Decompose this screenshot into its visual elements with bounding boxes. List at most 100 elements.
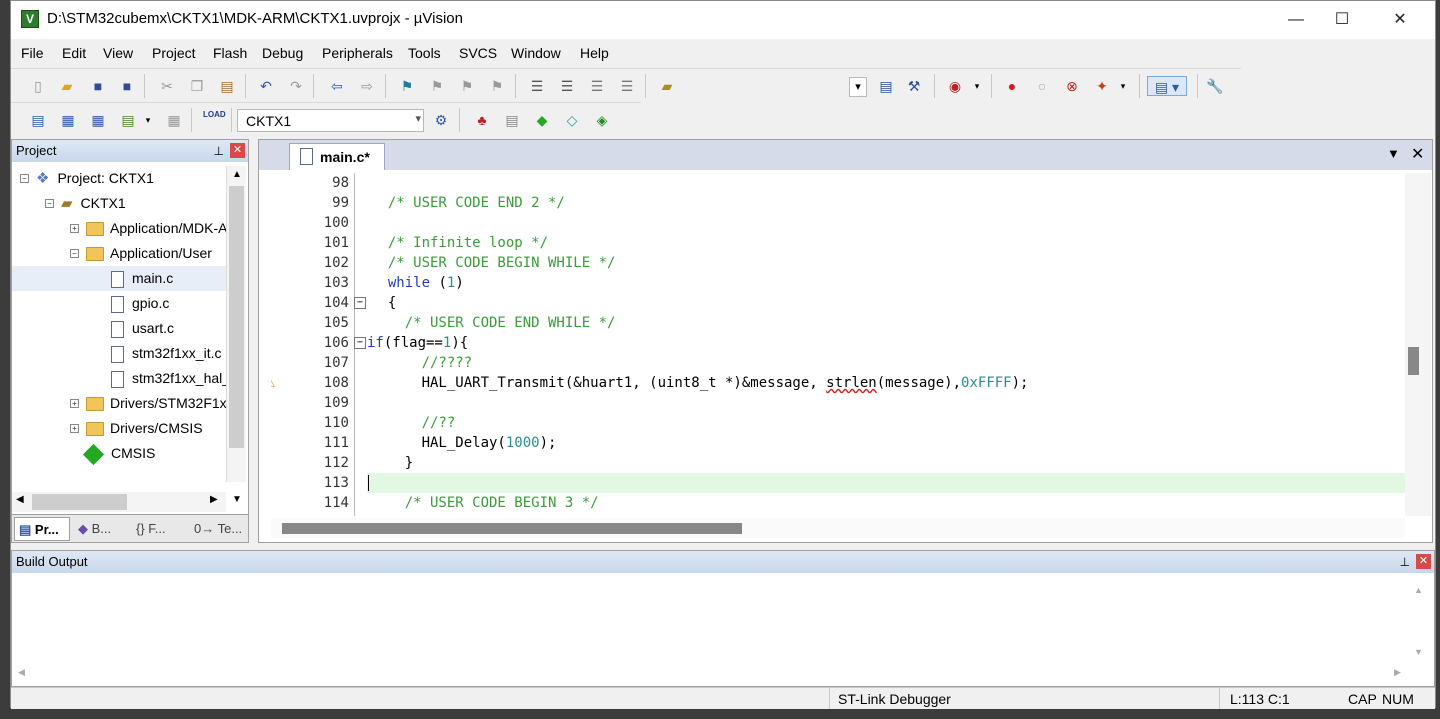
unindent-icon[interactable]: ☰ [557, 76, 577, 96]
scroll-left-arrow-icon[interactable]: ◀ [16, 494, 24, 505]
editor-horizontal-scrollbar[interactable] [271, 518, 1405, 538]
debug-dropdown-icon[interactable]: ▾ [967, 76, 987, 96]
tree-item[interactable]: − Application/User [12, 241, 226, 266]
cut-icon[interactable]: ✂ [157, 76, 177, 96]
close-panel-button[interactable]: ✕ [230, 143, 245, 158]
breakpoint-kill-all-icon[interactable]: ✦ [1092, 76, 1112, 96]
nav-forward-icon[interactable]: ⇨ [357, 76, 377, 96]
fold-toggle-icon[interactable]: − [354, 297, 366, 309]
close-button[interactable]: ✕ [1377, 1, 1423, 39]
tab-list-dropdown-icon[interactable]: ▼ [1387, 146, 1400, 161]
editor-hscroll-thumb[interactable] [282, 523, 742, 534]
code-line[interactable]: 101 /* Infinite loop */ [271, 233, 1413, 253]
menu-window[interactable]: Window [511, 45, 561, 61]
undo-icon[interactable]: ↶ [256, 76, 276, 96]
pack-installer-icon[interactable]: ◇ [562, 110, 582, 130]
open-folder-icon[interactable]: ▰ [57, 76, 77, 96]
window-layout-icon[interactable]: ▤ ▾ [1147, 76, 1187, 96]
scroll-left-arrow-icon[interactable]: ◀ [18, 667, 25, 678]
target-select[interactable]: CKTX1 ▾ [237, 109, 424, 132]
tab-main-c[interactable]: main.c* [289, 143, 385, 170]
minimize-button[interactable]: — [1273, 1, 1319, 39]
select-packs-icon[interactable]: ▤ [502, 110, 522, 130]
breakpoint-dropdown-icon[interactable]: ▾ [1113, 76, 1133, 96]
expand-icon[interactable]: + [70, 424, 79, 433]
download-load-icon[interactable]: LOAD [203, 110, 226, 130]
fold-toggle-icon[interactable]: − [354, 337, 366, 349]
menu-peripherals[interactable]: Peripherals [322, 45, 393, 61]
bookmark-prev-icon[interactable]: ⚑ [427, 76, 447, 96]
code-line[interactable]: 103 while (1) [271, 273, 1413, 293]
code-line[interactable]: 106− if(flag==1){ [271, 333, 1413, 353]
code-line[interactable]: 114 /* USER CODE BEGIN 3 */ [271, 493, 1413, 513]
uncomment-icon[interactable]: ☰ [617, 76, 637, 96]
code-line[interactable]: 102 /* USER CODE BEGIN WHILE */ [271, 253, 1413, 273]
menu-svcs[interactable]: SVCS [459, 45, 497, 61]
build-icon[interactable]: ▦ [58, 110, 78, 130]
menu-tools[interactable]: Tools [408, 45, 441, 61]
stop-build-icon[interactable]: ▦ [164, 110, 184, 130]
translate-icon[interactable]: ▤ [28, 110, 48, 130]
tree-item[interactable]: − ▰ CKTX1 [12, 191, 226, 216]
tab-functions[interactable]: {} F... [132, 517, 188, 541]
tab-books[interactable]: ◆ B... [74, 517, 128, 541]
code-line[interactable]: 104− { [271, 293, 1413, 313]
scroll-up-arrow-icon[interactable]: ▲ [229, 166, 245, 184]
manage-project-items-icon[interactable]: ♣ [472, 110, 492, 130]
tab-project[interactable]: ▤ Pr... [14, 517, 70, 541]
tree-vertical-scrollbar[interactable]: ▲ ▼ [226, 166, 246, 505]
scroll-down-arrow-icon[interactable]: ▼ [229, 494, 245, 510]
bookmark-next-icon[interactable]: ⚑ [457, 76, 477, 96]
save-icon[interactable]: ■ [88, 76, 108, 96]
code-line[interactable]: 100 [271, 213, 1413, 233]
breakpoint-enable-icon[interactable]: ○ [1032, 76, 1052, 96]
menu-project[interactable]: Project [152, 45, 196, 61]
find-combo-dropdown[interactable]: ▾ [849, 77, 867, 97]
code-line[interactable]: 111 HAL_Delay(1000); [271, 433, 1413, 453]
scroll-up-arrow-icon[interactable]: ▲ [1414, 585, 1423, 595]
rebuild-icon[interactable]: ▦ [88, 110, 108, 130]
breakpoint-disable-all-icon[interactable]: ⊗ [1062, 76, 1082, 96]
tree-item[interactable]: + Application/MDK-ARM [12, 216, 226, 241]
code-line[interactable]: 109 [271, 393, 1413, 413]
code-line[interactable]: 105 /* USER CODE END WHILE */ [271, 313, 1413, 333]
tab-templates[interactable]: 0→ Te... [190, 517, 248, 541]
tree-horizontal-scrollbar[interactable]: ◀ ▶ [12, 492, 226, 512]
pin-icon[interactable]: ⊥ [1400, 551, 1410, 573]
menu-file[interactable]: File [21, 45, 44, 61]
editor-vertical-scrollbar[interactable] [1405, 173, 1431, 516]
bookmark-clear-icon[interactable]: ⚑ [487, 76, 507, 96]
batch-build-dropdown-icon[interactable]: ▾ [138, 110, 158, 130]
expand-icon[interactable]: + [70, 224, 79, 233]
debug-session-icon[interactable]: ◉ [945, 76, 965, 96]
expand-icon[interactable]: + [70, 399, 79, 408]
tree-scroll-thumb[interactable] [229, 186, 244, 448]
tree-item[interactable]: + Drivers/STM32F1xx_HAL_Driver [12, 391, 226, 416]
options-for-target-icon[interactable]: ⚙ [431, 110, 451, 130]
code-line[interactable]: 113 [271, 473, 1413, 493]
collapse-icon[interactable]: − [45, 199, 54, 208]
tree-item[interactable]: stm32f1xx_hal_msp.c [12, 366, 226, 391]
tree-item[interactable]: usart.c [12, 316, 226, 341]
tree-item[interactable]: CMSIS [12, 441, 226, 466]
pack-update-icon[interactable]: ◈ [592, 110, 612, 130]
new-file-icon[interactable]: ▯ [28, 76, 48, 96]
find-in-files-icon[interactable]: ▰ [657, 76, 677, 96]
menu-edit[interactable]: Edit [62, 45, 86, 61]
build-output-text[interactable] [12, 577, 1412, 667]
save-all-icon[interactable]: ■ [117, 76, 137, 96]
bookmark-icon[interactable]: ⚑ [397, 76, 417, 96]
paste-icon[interactable]: ▤ [217, 76, 237, 96]
configure-icon[interactable]: 🔧 [1205, 76, 1225, 96]
scroll-down-arrow-icon[interactable]: ▼ [1414, 647, 1423, 657]
tree-hscroll-thumb[interactable] [32, 494, 127, 510]
maximize-button[interactable]: ☐ [1319, 1, 1365, 39]
manage-rte-icon[interactable]: ◆ [532, 110, 552, 130]
code-line[interactable]: 112 } [271, 453, 1413, 473]
code-line[interactable]: 107 //???? [271, 353, 1413, 373]
breakpoint-insert-icon[interactable]: ● [1002, 76, 1022, 96]
indent-icon[interactable]: ☰ [527, 76, 547, 96]
comment-icon[interactable]: ☰ [587, 76, 607, 96]
copy-icon[interactable]: ❐ [187, 76, 207, 96]
tree-item[interactable]: gpio.c [12, 291, 226, 316]
